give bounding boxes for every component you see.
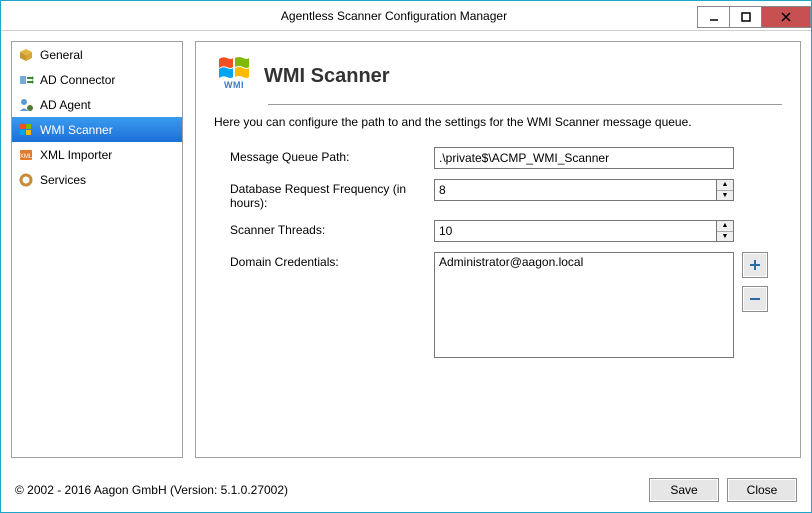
close-window-button[interactable]: [761, 6, 811, 28]
sidebar-item-label: WMI Scanner: [40, 123, 113, 137]
page-header: WMI WMI Scanner: [214, 56, 782, 96]
add-credential-button[interactable]: [742, 252, 768, 278]
wmi-logo: WMI: [214, 56, 254, 96]
ad-agent-icon: [18, 97, 34, 113]
frequency-input[interactable]: [434, 179, 716, 201]
credentials-list[interactable]: Administrator@aagon.local: [434, 252, 734, 358]
credentials-label: Domain Credentials:: [214, 252, 434, 269]
plus-icon: [748, 258, 762, 272]
maximize-button[interactable]: [729, 6, 761, 28]
sidebar-item-ad-agent[interactable]: AD Agent: [12, 92, 182, 117]
titlebar: Agentless Scanner Configuration Manager: [1, 1, 811, 31]
svg-text:XML: XML: [20, 154, 33, 160]
save-button[interactable]: Save: [649, 478, 719, 502]
sidebar-item-services[interactable]: Services: [12, 167, 182, 192]
sidebar-item-xml-importer[interactable]: XML XML Importer: [12, 142, 182, 167]
page-description: Here you can configure the path to and t…: [214, 115, 782, 129]
threads-down-button[interactable]: ▼: [717, 232, 733, 242]
sidebar-item-label: General: [40, 48, 83, 62]
main-panel: WMI WMI Scanner Here you can configure t…: [195, 41, 801, 458]
queue-path-label: Message Queue Path:: [214, 147, 434, 164]
ad-connector-icon: [18, 72, 34, 88]
close-button[interactable]: Close: [727, 478, 797, 502]
sidebar-item-label: AD Agent: [40, 98, 91, 112]
minimize-button[interactable]: [697, 6, 729, 28]
window: Agentless Scanner Configuration Manager …: [0, 0, 812, 513]
row-credentials: Domain Credentials: Administrator@aagon.…: [214, 252, 782, 358]
wmi-sub-label: WMI: [224, 80, 244, 90]
sidebar-item-label: AD Connector: [40, 73, 115, 87]
sidebar-item-label: XML Importer: [40, 148, 112, 162]
frequency-down-button[interactable]: ▼: [717, 191, 733, 201]
sidebar: General AD Connector AD Agent WMI Scanne…: [11, 41, 183, 458]
frequency-label: Database Request Frequency (in hours):: [214, 179, 434, 210]
threads-up-button[interactable]: ▲: [717, 221, 733, 232]
sidebar-item-ad-connector[interactable]: AD Connector: [12, 67, 182, 92]
remove-credential-button[interactable]: [742, 286, 768, 312]
header-rule: [268, 104, 782, 105]
sidebar-item-label: Services: [40, 173, 86, 187]
sidebar-item-wmi-scanner[interactable]: WMI Scanner: [12, 117, 182, 142]
content-area: General AD Connector AD Agent WMI Scanne…: [1, 31, 811, 468]
threads-spinner: ▲ ▼: [434, 220, 734, 242]
sidebar-item-general[interactable]: General: [12, 42, 182, 67]
frequency-up-button[interactable]: ▲: [717, 180, 733, 191]
gear-icon: [18, 172, 34, 188]
credential-entry[interactable]: Administrator@aagon.local: [439, 255, 729, 269]
box-icon: [18, 47, 34, 63]
row-threads: Scanner Threads: ▲ ▼: [214, 220, 782, 242]
xml-icon: XML: [18, 147, 34, 163]
threads-input[interactable]: [434, 220, 716, 242]
minus-icon: [748, 292, 762, 306]
row-frequency: Database Request Frequency (in hours): ▲…: [214, 179, 782, 210]
row-queue-path: Message Queue Path:: [214, 147, 782, 169]
windows-flag-icon: [218, 56, 250, 80]
frequency-spinner: ▲ ▼: [434, 179, 734, 201]
window-controls: [697, 4, 811, 28]
page-title: WMI Scanner: [264, 65, 390, 88]
windows-flag-icon: [18, 122, 34, 138]
queue-path-input[interactable]: [434, 147, 734, 169]
copyright-text: © 2002 - 2016 Aagon GmbH (Version: 5.1.0…: [15, 483, 641, 497]
window-title: Agentless Scanner Configuration Manager: [91, 9, 697, 23]
footer: © 2002 - 2016 Aagon GmbH (Version: 5.1.0…: [1, 468, 811, 512]
threads-label: Scanner Threads:: [214, 220, 434, 237]
